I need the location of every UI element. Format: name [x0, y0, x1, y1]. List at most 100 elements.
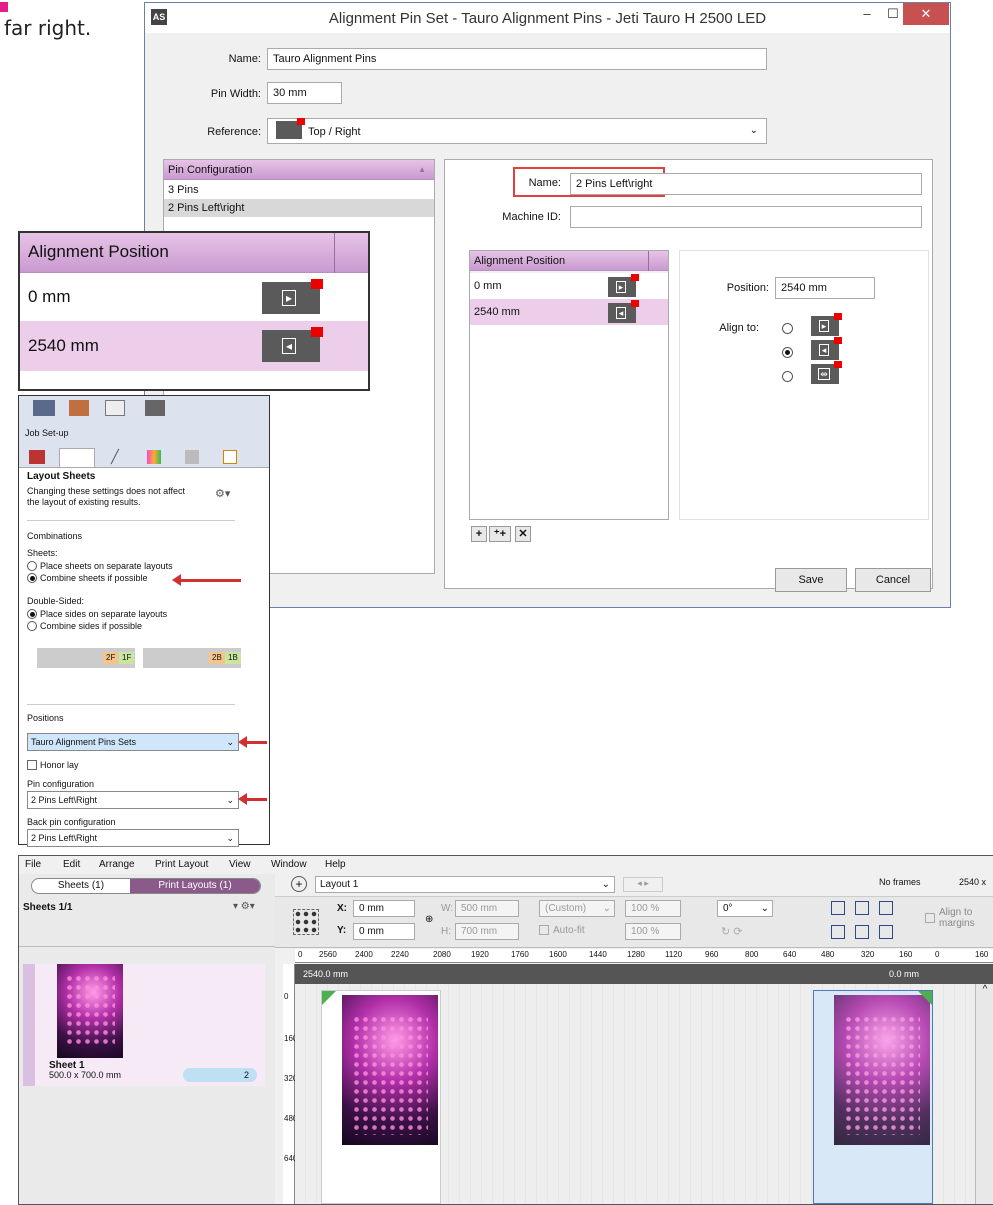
reference-select[interactable]: Top / Right ⌄ [267, 118, 767, 144]
sheet-icon[interactable] [145, 400, 165, 416]
align-top-icon[interactable] [831, 901, 845, 915]
doc-icon[interactable] [33, 400, 55, 416]
tag-2b: 2B [209, 652, 225, 664]
pointer-arrow [238, 736, 267, 748]
align-left-edge-icon[interactable] [831, 925, 845, 939]
tab-print-layouts[interactable]: Print Layouts (1) [130, 879, 260, 893]
layout-sheets-panel: Job Set-up ╱ Layout Sheets Changing thes… [18, 395, 270, 847]
x-input[interactable]: 0 mm [353, 900, 415, 917]
zoom-header-label: Alignment Position [28, 242, 169, 261]
preset-select[interactable]: (Custom) ⌄ [539, 900, 615, 917]
pager-arrows[interactable]: ◂ ▸ [623, 877, 663, 892]
align-left-radio[interactable] [782, 323, 793, 334]
scale-w-input[interactable]: 100 % [625, 900, 681, 917]
page-icon[interactable] [223, 450, 237, 464]
sheets-combine-label: Combine sheets if possible [40, 573, 148, 583]
table-row[interactable]: 0 mm ▸ [470, 273, 668, 299]
layout-select[interactable]: Layout 1 ⌄ [315, 876, 615, 893]
align-margins-checkbox[interactable] [925, 913, 935, 923]
reference-label: Reference: [207, 126, 261, 138]
pen-icon[interactable]: ╱ [111, 450, 125, 464]
align-center-icon[interactable] [855, 925, 869, 939]
sort-up-icon: ▲ [418, 165, 426, 174]
sheets-separate-radio[interactable] [27, 561, 37, 571]
menu-file[interactable]: File [25, 859, 41, 870]
h-input[interactable]: 700 mm [455, 923, 519, 940]
link-icon[interactable]: ⊕ [425, 914, 433, 925]
align-middle-icon[interactable] [855, 901, 869, 915]
sides-combine-radio[interactable] [27, 621, 37, 631]
transform-toolbar: X: 0 mm Y: 0 mm ⊕ W: 500 mm H: 700 mm (C… [275, 896, 993, 948]
config-name-input[interactable]: 2 Pins Left\right [570, 173, 922, 195]
sides-separate-radio[interactable] [27, 609, 37, 619]
align-center-radio[interactable] [782, 371, 793, 382]
honor-lay-checkbox[interactable] [27, 760, 37, 770]
zoom-header: Alignment Position [20, 233, 368, 273]
right-sheet[interactable] [813, 990, 933, 1204]
no-frames-label: No frames [879, 877, 921, 887]
sheets-pane: Sheets (1) Print Layouts (1) Sheets 1/1 … [19, 874, 275, 1204]
menu-edit[interactable]: Edit [63, 859, 80, 870]
reference-point-icon[interactable] [293, 909, 319, 935]
pin-width-input[interactable]: 30 mm [267, 82, 342, 104]
rotate-icons[interactable]: ↻ ⟳ [721, 925, 743, 938]
autofit-checkbox[interactable] [539, 925, 549, 935]
menu-help[interactable]: Help [325, 859, 346, 870]
menu-window[interactable]: Window [271, 859, 307, 870]
align-margins-label: Align to margins [939, 907, 975, 929]
palette-icon[interactable] [69, 400, 89, 416]
menu-view[interactable]: View [229, 859, 251, 870]
position-input[interactable]: 2540 mm [775, 277, 875, 299]
sheets-separate-label: Place sheets on separate layouts [40, 561, 173, 571]
align-right-radio[interactable] [782, 347, 793, 358]
delete-icon[interactable]: ✕ [515, 526, 531, 542]
add-icon[interactable]: + [471, 526, 487, 542]
add-multiple-icon[interactable]: ⁺+ [489, 526, 511, 542]
tag-2f: 2F [103, 652, 119, 664]
scale-h-input[interactable]: 100 % [625, 923, 681, 940]
menu-print-layout[interactable]: Print Layout [155, 859, 208, 870]
vertical-scrollbar[interactable]: ^ [975, 984, 993, 1204]
x-label: X: [337, 903, 347, 914]
tab-sheets[interactable]: Sheets (1) [32, 879, 130, 893]
align-right-icon: ◂ [608, 300, 639, 323]
color-icon[interactable] [147, 450, 161, 464]
menu-arrange[interactable]: Arrange [99, 859, 135, 870]
back-pin-select[interactable]: 2 Pins Left\Right ⌄ [27, 829, 239, 847]
sheet-size: 500.0 x 700.0 mm [49, 1070, 122, 1080]
left-sheet[interactable] [321, 990, 441, 1204]
pin-config-header[interactable]: Pin Configuration ▲ [164, 160, 434, 180]
preview-icon[interactable] [105, 400, 125, 416]
w-input[interactable]: 500 mm [455, 900, 519, 917]
save-button[interactable]: Save [775, 568, 847, 592]
gear-icon[interactable]: ⚙▾ [215, 487, 230, 500]
sheet-card[interactable]: Sheet 1 500.0 x 700.0 mm 2 [23, 964, 265, 1086]
gear-icon[interactable]: ▾ ⚙▾ [233, 901, 255, 912]
rotation-select[interactable]: 0° ⌄ [717, 900, 773, 917]
layout-tab-icon[interactable] [59, 448, 95, 468]
cancel-button[interactable]: Cancel [855, 568, 931, 592]
y-input[interactable]: 0 mm [353, 923, 415, 940]
pin-config-header-label: Pin Configuration [168, 164, 253, 176]
chevron-down-icon: ⌄ [226, 737, 234, 747]
machine-id-input[interactable] [570, 206, 922, 228]
positions-select[interactable]: Tauro Alignment Pins Sets ⌄ [27, 733, 239, 751]
pin-config-select[interactable]: 2 Pins Left\Right ⌄ [27, 791, 239, 809]
book-icon[interactable] [185, 450, 199, 464]
double-sided-label: Double-Sided: [27, 596, 85, 606]
align-header[interactable]: Alignment Position [470, 251, 668, 271]
image-frame [342, 995, 438, 1145]
add-layout-icon[interactable]: + [291, 876, 307, 892]
list-item-selected[interactable]: 2 Pins Left\right [164, 199, 434, 217]
table-row-selected[interactable]: 2540 mm ◂ [470, 299, 668, 325]
horizontal-ruler: 0 2560 2400 2240 2080 1920 1760 1600 144… [295, 949, 993, 963]
machine-id-label: Machine ID: [502, 211, 561, 223]
sheets-combine-radio[interactable] [27, 573, 37, 583]
align-bottom-icon[interactable] [879, 901, 893, 915]
close-icon[interactable]: ✕ [903, 3, 949, 25]
printer-icon[interactable] [29, 450, 45, 464]
name-input[interactable]: Tauro Alignment Pins [267, 48, 767, 70]
list-item[interactable]: 3 Pins [164, 181, 434, 199]
align-right-edge-icon[interactable] [879, 925, 893, 939]
pointer-arrow [172, 574, 241, 586]
